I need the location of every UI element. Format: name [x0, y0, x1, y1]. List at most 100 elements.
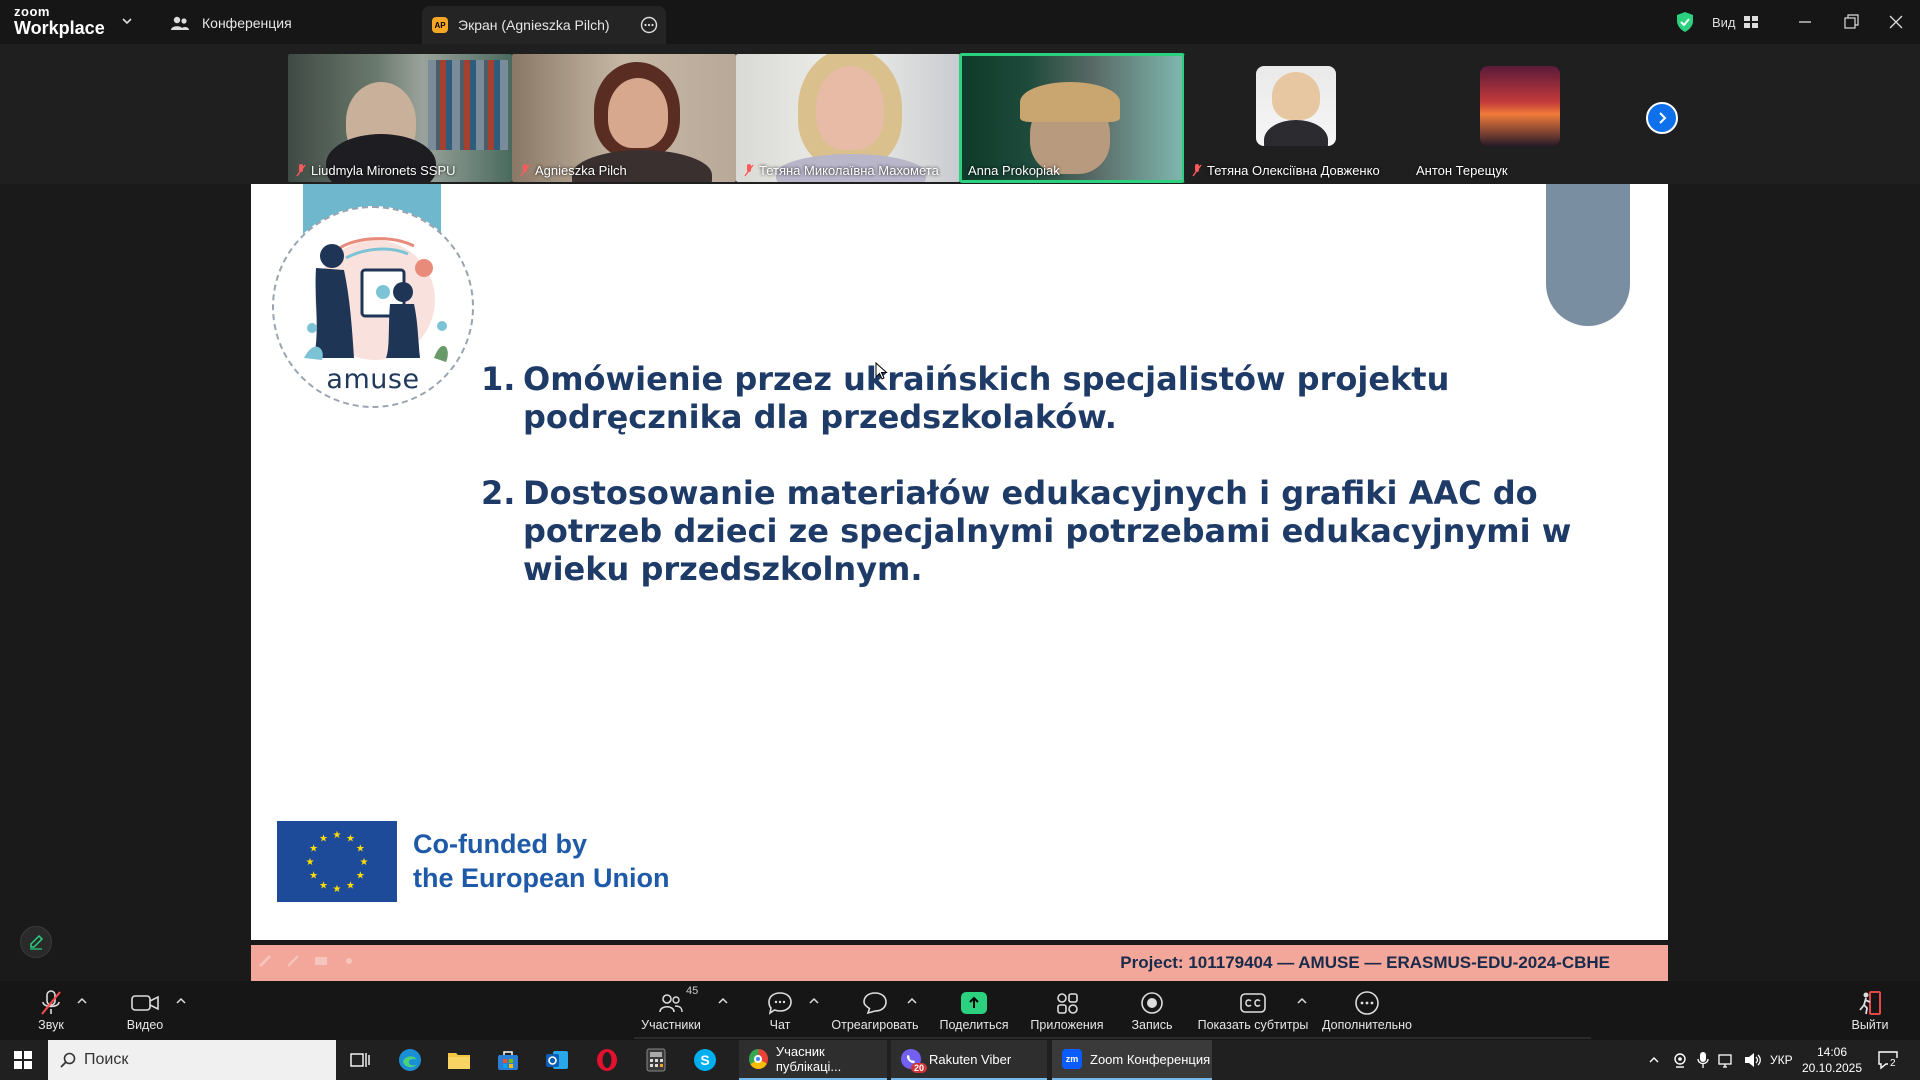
- taskbar-app-label: Zoom Конференция: [1090, 1051, 1211, 1067]
- chat-icon: [768, 992, 792, 1015]
- participant-name: Liudmyla Mironets SSPU: [296, 163, 456, 178]
- video-tile[interactable]: Тетяна Олексіївна Довженко: [1184, 54, 1408, 182]
- opera-icon[interactable]: [593, 1046, 621, 1074]
- outlook-icon[interactable]: [543, 1046, 571, 1074]
- restore-icon[interactable]: [1841, 12, 1861, 32]
- windows-start-icon[interactable]: [14, 1051, 32, 1069]
- react-label: Отреагировать: [831, 1018, 919, 1032]
- windows-taskbar: Поиск S Учасник публікаці... 20 Rakuten …: [0, 1040, 1920, 1080]
- chevron-up-icon[interactable]: [175, 995, 187, 1007]
- zoom-workplace-logo[interactable]: zoom Workplace: [14, 5, 105, 37]
- pen-icon[interactable]: [285, 953, 301, 969]
- participants-count: 45: [686, 985, 699, 997]
- video-label: Видео: [126, 1018, 164, 1032]
- calculator-icon[interactable]: [642, 1046, 670, 1074]
- amuse-logo: amuse: [272, 206, 474, 408]
- chevron-up-icon[interactable]: [76, 995, 88, 1007]
- slide-agenda-list: 1. Omówienie przez ukraińskich specjalis…: [481, 360, 1621, 626]
- security-shield-icon[interactable]: [1675, 10, 1695, 34]
- participant-body: [1264, 120, 1328, 146]
- logo-bottom: Workplace: [14, 18, 105, 38]
- record-icon: [1141, 992, 1163, 1014]
- annotate-button[interactable]: [20, 926, 52, 958]
- more-button[interactable]: Дополнительно: [1312, 989, 1422, 1032]
- captions-button[interactable]: Показать субтитры: [1198, 989, 1308, 1032]
- taskbar-app-chrome[interactable]: Учасник публікаці...: [739, 1040, 887, 1080]
- tab-screen-share[interactable]: AP Экран (Agnieszka Pilch): [422, 6, 666, 44]
- slide-list-number: 2.: [481, 474, 516, 512]
- eu-star: ★: [319, 880, 328, 891]
- record-label: Запись: [1131, 1018, 1173, 1032]
- participants-button[interactable]: 45 Участники: [616, 985, 726, 1032]
- record-button[interactable]: Запись: [1097, 989, 1207, 1032]
- slide-footer: Project: 101179404 — AMUSE — ERASMUS-EDU…: [251, 945, 1668, 981]
- apps-icon: [1057, 993, 1078, 1014]
- closed-captions-icon: [1240, 993, 1266, 1013]
- taskbar-app-viber[interactable]: 20 Rakuten Viber: [891, 1040, 1047, 1080]
- taskbar-search-input[interactable]: Поиск: [48, 1040, 336, 1080]
- slides-icon[interactable]: [313, 953, 329, 969]
- bookshelf: [428, 60, 508, 150]
- microphone-icon[interactable]: [1696, 1051, 1710, 1069]
- chrome-icon: [749, 1049, 768, 1069]
- toolbar-divider: [634, 1037, 1591, 1039]
- captions-label: Показать субтитры: [1197, 1018, 1309, 1032]
- participant-photo: [1256, 66, 1336, 146]
- skype-icon[interactable]: S: [691, 1046, 719, 1074]
- chevron-up-icon[interactable]: [1648, 1054, 1660, 1066]
- share-screen-icon: [961, 992, 987, 1014]
- view-button[interactable]: Вид: [1712, 10, 1758, 34]
- clock-time: 14:06: [1816, 1045, 1848, 1059]
- video-tile[interactable]: Антон Терещук: [1408, 54, 1632, 182]
- video-tile[interactable]: Agnieszka Pilch: [512, 54, 736, 182]
- pointer-icon[interactable]: [257, 953, 273, 969]
- leave-button[interactable]: Выйти: [1815, 989, 1920, 1032]
- slide-list-number: 1.: [481, 360, 516, 398]
- tab-meeting-label: Конференция: [202, 15, 292, 31]
- meeting-toolbar: Звук Видео 45 Участники Чат Отреагироват…: [0, 981, 1920, 1040]
- taskbar-app-zoom[interactable]: zm Zoom Конференция: [1052, 1040, 1212, 1080]
- notification-center-icon[interactable]: 2: [1876, 1048, 1900, 1072]
- mic-muted-icon: [41, 990, 61, 1015]
- minimize-icon[interactable]: [1795, 12, 1815, 32]
- eu-star: ★: [360, 857, 369, 868]
- viber-badge: 20: [910, 1063, 927, 1073]
- volume-icon[interactable]: [1744, 1052, 1762, 1068]
- more-label: Дополнительно: [1322, 1018, 1412, 1032]
- chevron-up-icon[interactable]: [906, 995, 918, 1007]
- eu-star: ★: [333, 830, 342, 841]
- zoom-icon: zm: [1062, 1049, 1082, 1069]
- eu-star: ★: [319, 834, 328, 845]
- gallery-next-button[interactable]: [1646, 102, 1678, 134]
- more-icon[interactable]: [640, 16, 658, 34]
- edge-icon[interactable]: [396, 1046, 424, 1074]
- close-icon[interactable]: [1886, 12, 1906, 32]
- taskbar-clock[interactable]: 14:06 20.10.2025: [1797, 1044, 1867, 1076]
- participant-photo: [1480, 66, 1560, 146]
- eu-flag-icon: ★ ★ ★ ★ ★ ★ ★ ★ ★ ★ ★ ★: [277, 821, 397, 902]
- tab-meeting[interactable]: Конференция: [170, 8, 292, 38]
- video-camera-icon: [131, 995, 159, 1011]
- svg-text:S: S: [700, 1052, 709, 1068]
- video-tile[interactable]: Тетяна Миколаївна Махомета: [736, 54, 960, 182]
- chevron-up-icon[interactable]: [808, 995, 820, 1007]
- store-icon[interactable]: [494, 1046, 522, 1074]
- participant-face: [1272, 72, 1320, 120]
- people-icon: [171, 16, 189, 30]
- menu-icon[interactable]: [341, 953, 357, 969]
- chevron-down-icon[interactable]: [120, 14, 134, 28]
- network-icon[interactable]: [1718, 1052, 1736, 1068]
- keyboard-language[interactable]: УКР: [1770, 1040, 1793, 1080]
- video-tile[interactable]: Liudmyla Mironets SSPU: [288, 54, 512, 182]
- video-tile-active-speaker[interactable]: Anna Prokopiak: [959, 53, 1185, 183]
- grid-view-icon: [1743, 16, 1758, 28]
- mic-muted-icon: [520, 164, 530, 177]
- webcam-icon[interactable]: [1672, 1052, 1688, 1068]
- task-view-icon[interactable]: [346, 1046, 374, 1074]
- chevron-up-icon[interactable]: [1296, 995, 1308, 1007]
- file-explorer-icon[interactable]: [445, 1046, 473, 1074]
- mic-muted-icon: [744, 164, 754, 177]
- eu-star: ★: [333, 884, 342, 895]
- heart-bubble-icon: [863, 992, 887, 1015]
- slide-list-text: Omówienie przez ukraińskich specjalistów…: [523, 360, 1450, 436]
